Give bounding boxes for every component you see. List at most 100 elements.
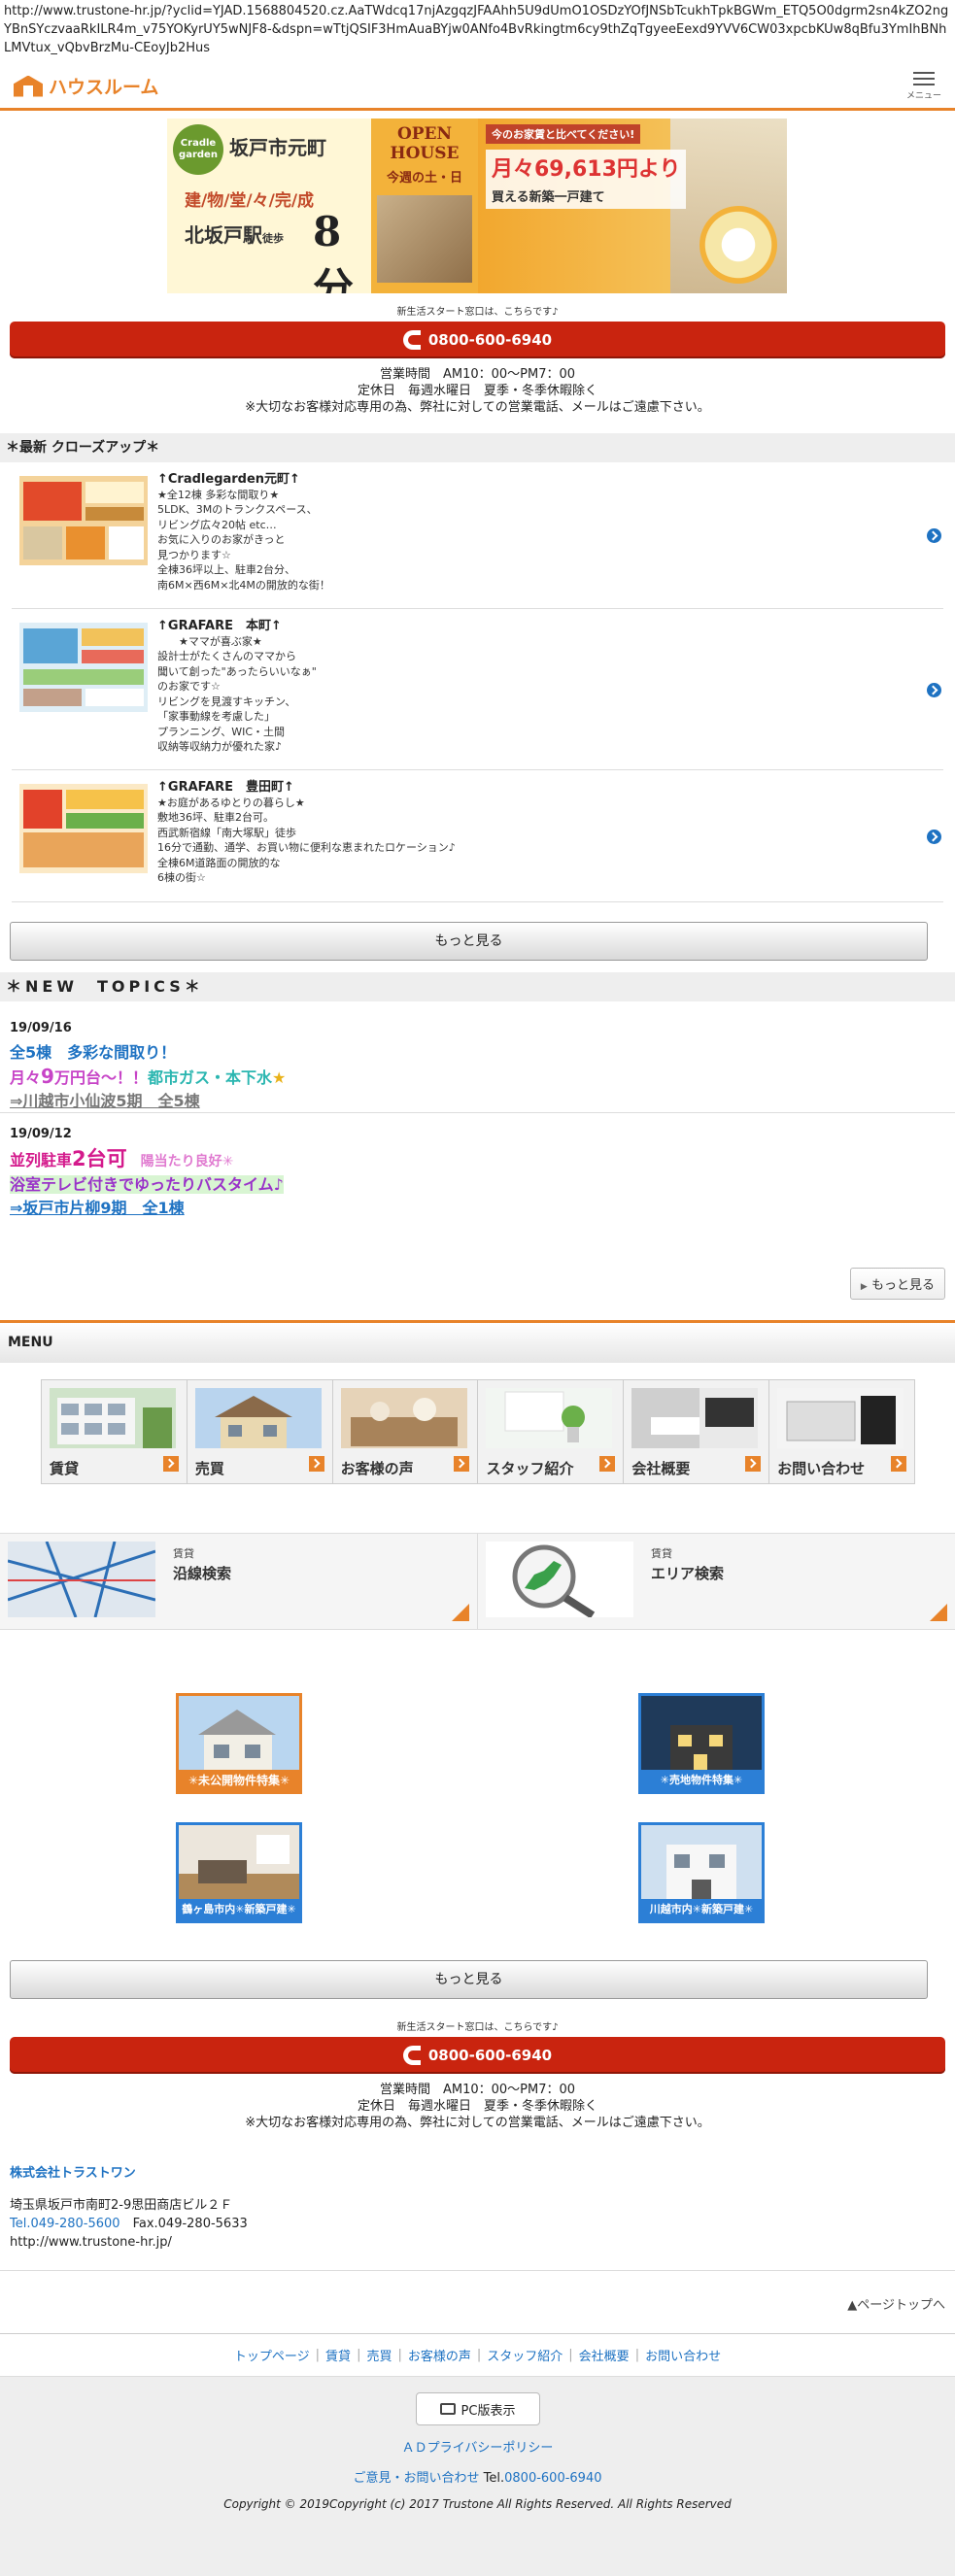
sale-photo xyxy=(194,1388,322,1448)
topic-link[interactable]: ⇒坂戸市片柳9期 全1棟 xyxy=(10,1197,945,1220)
company-info: 株式会社トラストワン 埼玉県坂戸市南町2-9思田商店ビル２Ｆ Tel.049-2… xyxy=(10,2164,248,2252)
footer-link-rent[interactable]: 賃貸 xyxy=(325,2346,351,2364)
banner-station: 北坂戸駅徒歩 xyxy=(185,223,284,247)
privacy-link[interactable]: ＡＤプライバシーポリシー xyxy=(0,2437,955,2456)
pc-view-button[interactable]: PC版表示 xyxy=(415,2392,540,2425)
footer-link-company[interactable]: 会社概要 xyxy=(579,2346,630,2364)
banner-left: Cradle garden 坂戸市元町 建/物/堂/々/完/成 北坂戸駅徒歩 8… xyxy=(167,119,371,293)
line-search-link[interactable]: 賃貸 沿線検索 xyxy=(0,1534,478,1629)
tel-number: 0800-600-6940 xyxy=(427,2047,553,2064)
arrow-right-icon xyxy=(890,1456,906,1472)
menu-item-company[interactable]: 会社概要 xyxy=(624,1380,770,1483)
footer-link-sale[interactable]: 売買 xyxy=(366,2346,392,2364)
contact-line: ご意見・お問い合わせ Tel.0800-600-6940 xyxy=(353,2471,602,2486)
business-hours: 営業時間 AM10：00～PM7：00 定休日 毎週水曜日 夏季・冬季休暇除く … xyxy=(245,2083,710,2130)
tel-number: 0800-600-6940 xyxy=(427,331,553,349)
business-hours: 営業時間 AM10：00～PM7：00 定休日 毎週水曜日 夏季・冬季休暇除く … xyxy=(245,367,710,415)
menu-item-rent[interactable]: 賃貸 xyxy=(42,1380,188,1483)
menu-item-contact[interactable]: お問い合わせ xyxy=(769,1380,914,1483)
topics-heading: ＊NEW TOPICS＊ xyxy=(0,972,955,1001)
arrow-right-icon xyxy=(162,1456,179,1472)
page-top-link[interactable]: ▲ページトップへ xyxy=(847,2294,945,2313)
topics-more-button[interactable]: ▶ もっと見る xyxy=(849,1268,945,1300)
company-name: 株式会社トラストワン xyxy=(10,2166,136,2181)
triangle-corner-icon xyxy=(930,1604,947,1621)
feature-unpublished[interactable]: ✳未公開物件特集✳ xyxy=(176,1693,302,1794)
arrow-right-icon xyxy=(308,1456,324,1472)
list-item[interactable]: ↑GRAFARE 豊田町↑ ★お庭があるゆとりの暮らし★ 敷地36坪、駐車2台可… xyxy=(12,770,943,902)
arrow-right-icon xyxy=(599,1456,616,1472)
url-text: http://www.trustone-hr.jp/?yclid=YJAD.15… xyxy=(4,4,949,55)
feature-tsurugashima[interactable]: 鶴ヶ島市内✳新築戸建✳ xyxy=(176,1822,302,1923)
topic-link[interactable]: ⇒川越市小仙波5期 全5棟 xyxy=(10,1090,945,1113)
footer-link-staff[interactable]: スタッフ紹介 xyxy=(487,2346,563,2364)
footer-link-top[interactable]: トップページ xyxy=(234,2346,310,2364)
tel-note: 新生活スタート窓口は、こちらです♪ xyxy=(396,307,559,318)
area-search-link[interactable]: 賃貸 エリア検索 xyxy=(478,1534,955,1629)
voice-photo xyxy=(340,1388,467,1448)
topic-line: 並列駐車2台可 陽当たり良好✳ xyxy=(10,1147,234,1170)
triangle-corner-icon xyxy=(452,1604,469,1621)
chevron-right-icon xyxy=(927,829,941,844)
divider xyxy=(0,2270,955,2271)
menu-item-sale[interactable]: 売買 xyxy=(188,1380,333,1483)
banner-compare: 今のお家賃と比べてください! xyxy=(486,124,641,144)
banner-walk-minutes: 8分 xyxy=(313,208,355,293)
menu-item-voice[interactable]: お客様の声 xyxy=(333,1380,479,1483)
company-contact: Tel.049-280-5600 Fax.049-280-5633 xyxy=(10,2217,248,2231)
menu-item-staff[interactable]: スタッフ紹介 xyxy=(478,1380,625,1483)
topic-date: 19/09/16 xyxy=(10,1021,72,1035)
cradle-garden-badge: Cradle garden xyxy=(173,124,223,175)
copyright: Copyright © 2019Copyright (c) 2017 Trust… xyxy=(223,2497,732,2511)
topic-item[interactable]: 19/09/12 並列駐車2台可 陽当たり良好✳ 浴室テレビ付きでゆったりバスタ… xyxy=(0,1113,955,1230)
contact-link[interactable]: ご意見・お問い合わせ xyxy=(353,2471,479,2486)
closeup-thumb xyxy=(19,784,148,873)
contact-photo xyxy=(777,1388,904,1448)
closeup-thumb xyxy=(19,623,148,712)
hamburger-icon xyxy=(912,71,935,85)
footer-link-voice[interactable]: お客様の声 xyxy=(408,2346,471,2364)
topic-line: 浴室テレビ付きでゆったりバスタイム♪ xyxy=(10,1175,284,1194)
banner-town: 坂戸市元町 xyxy=(229,136,326,159)
closeup-section: ＊最新 クローズアップ＊ ↑Cradlegarden元町↑ ★全12棟 多彩な間… xyxy=(0,433,955,902)
arrow-right-icon xyxy=(454,1456,470,1472)
footer-nav: トップページ | 賃貸 | 売買 | お客様の声 | スタッフ紹介 | 会社概要 | お問い… xyxy=(0,2334,955,2377)
logo-text: ハウスルーム xyxy=(49,77,159,98)
company-address: 埼玉県坂戸市南町2-9思田商店ビル２Ｆ xyxy=(10,2198,233,2213)
chevron-right-icon xyxy=(927,528,941,543)
closeup-text: ↑GRAFARE 本町↑ ★ママが喜ぶ家★ 設計士がたくさんのママから 聞いて創… xyxy=(157,619,317,753)
topic-item[interactable]: 19/09/16 全5棟 多彩な間取り！ 月々9万円台～！！都市ガス・本下水★ … xyxy=(0,1001,955,1113)
closeup-more-button[interactable]: もっと見る xyxy=(10,922,928,961)
banner-middle: OPEN HOUSE 今週の土・日 xyxy=(371,119,478,293)
footer-link-contact[interactable]: お問い合わせ xyxy=(645,2346,721,2364)
list-item[interactable]: ↑GRAFARE 本町↑ ★ママが喜ぶ家★ 設計士がたくさんのママから 聞いて創… xyxy=(12,609,943,770)
magnifier-japan-icon xyxy=(486,1542,633,1617)
list-item[interactable]: ↑Cradlegarden元町↑ ★全12棟 多彩な間取り★ 5LDK、3Mのト… xyxy=(12,462,943,609)
feature-land[interactable]: ✳売地物件特集✳ xyxy=(638,1693,765,1794)
banner-kansei: 建/物/堂/々/完/成 xyxy=(185,191,315,211)
closeup-heading: ＊最新 クローズアップ＊ xyxy=(0,433,955,462)
menu-button[interactable]: メニュー xyxy=(906,71,941,101)
route-map-icon xyxy=(8,1542,155,1617)
tel-call-button[interactable]: 0800-600-6940 xyxy=(10,2037,945,2074)
company-tel-link[interactable]: Tel.049-280-5600 xyxy=(10,2217,120,2231)
site-footer: トップページ | 賃貸 | 売買 | お客様の声 | スタッフ紹介 | 会社概要 | お問い… xyxy=(0,2333,955,2576)
phone-icon xyxy=(402,2046,421,2065)
site-logo[interactable]: ハウスルーム xyxy=(14,73,158,99)
chevron-right-icon: ▶ xyxy=(860,1282,868,1292)
tel-call-button[interactable]: 0800-600-6940 xyxy=(10,322,945,358)
contact-tel-link[interactable]: 0800-600-6940 xyxy=(504,2471,601,2486)
closeup-list: ↑Cradlegarden元町↑ ★全12棟 多彩な間取り★ 5LDK、3Mのト… xyxy=(0,462,955,902)
open-house-banner[interactable]: Cradle garden 坂戸市元町 建/物/堂/々/完/成 北坂戸駅徒歩 8… xyxy=(167,119,787,293)
banner-this-week: 今週の土・日 xyxy=(386,171,462,186)
features-more-button[interactable]: もっと見る xyxy=(10,1960,928,1999)
flower-decoration-icon xyxy=(699,206,777,284)
feature-kawagoe[interactable]: 川越市内✳新築戸建✳ xyxy=(638,1822,765,1923)
closeup-text: ↑Cradlegarden元町↑ ★全12棟 多彩な間取り★ 5LDK、3Mのト… xyxy=(157,472,330,592)
topic-line: 全5棟 多彩な間取り！ xyxy=(10,1043,177,1062)
rent-photo xyxy=(50,1388,176,1448)
banner-house-photo xyxy=(377,195,472,283)
house-logo-icon xyxy=(14,75,43,97)
menu-heading: MENU xyxy=(0,1320,955,1363)
banner-open-house: OPEN HOUSE xyxy=(390,124,460,163)
